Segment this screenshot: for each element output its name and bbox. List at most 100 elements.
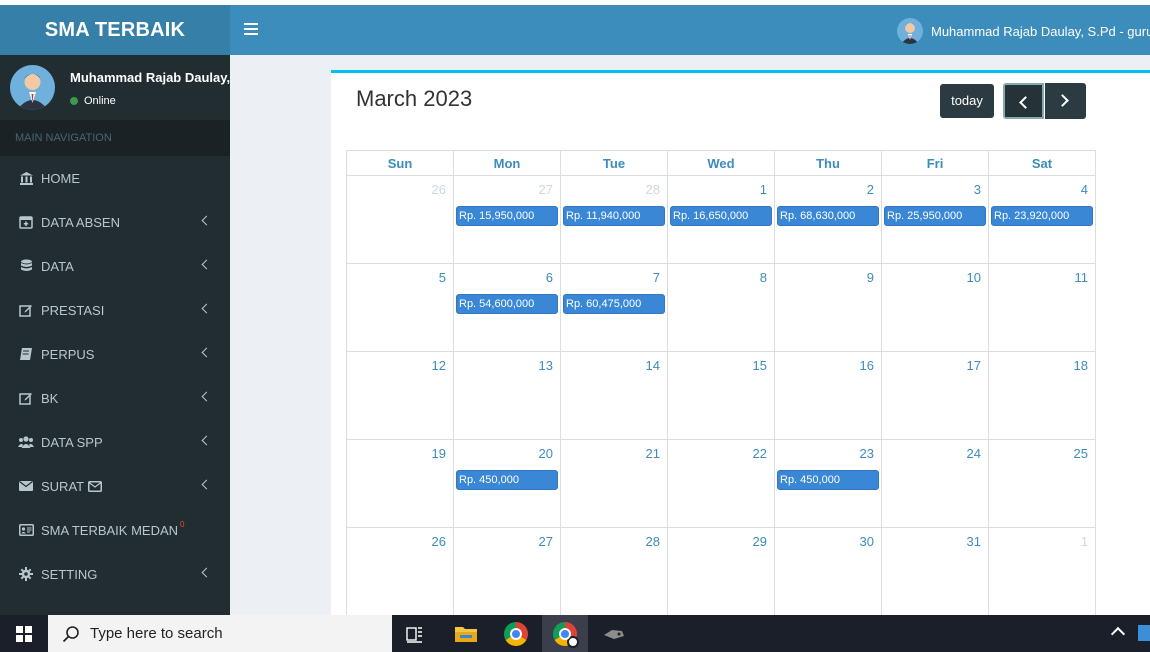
calendar-day-cell[interactable]: 27 Rp. 15,950,000 (453, 175, 561, 264)
chevron-up-icon[interactable] (1110, 626, 1126, 642)
calendar-day-cell[interactable]: 26 (346, 527, 454, 616)
sidebar-item-perpus[interactable]: PERPUS (0, 332, 230, 376)
day-number: 11 (1074, 270, 1089, 285)
calendar-day-cell[interactable]: 21 (560, 439, 668, 528)
calendar-day-cell[interactable]: 28 (560, 527, 668, 616)
calendar-event[interactable]: Rp. 25,950,000 (884, 206, 986, 226)
sidebar-toggle-icon[interactable] (244, 20, 258, 40)
day-number: 20 (538, 446, 553, 461)
sidebar-item-setting[interactable]: SETTING (0, 552, 230, 596)
day-number: 31 (966, 534, 981, 549)
calendar-event[interactable]: Rp. 23,920,000 (991, 206, 1093, 226)
calendar-day-cell[interactable]: 20 Rp. 450,000 (453, 439, 561, 528)
sidebar-item-label: BK (41, 390, 59, 406)
calendar-day-cell[interactable]: 8 (667, 263, 775, 352)
weekday-header: Thu (774, 150, 882, 176)
sidebar-item-data-absen[interactable]: DATA ABSEN (0, 200, 230, 244)
calendar-event[interactable]: Rp. 68,630,000 (777, 206, 879, 226)
calendar-day-cell[interactable]: 22 (667, 439, 775, 528)
day-number: 13 (538, 358, 553, 373)
calendar-event[interactable]: Rp. 450,000 (777, 470, 879, 490)
calendar-day-cell[interactable]: 11 (988, 263, 1096, 352)
calendar-event[interactable]: Rp. 450,000 (456, 470, 558, 490)
sidebar-item-bk[interactable]: BK (0, 376, 230, 420)
calendar-day-cell[interactable]: 1 (988, 527, 1096, 616)
day-number: 23 (859, 446, 874, 461)
navbar-user-name: Muhammad Rajab Daulay, S.Pd - guru (931, 23, 1150, 39)
calendar-day-cell[interactable]: 3 Rp. 25,950,000 (881, 175, 989, 264)
prev-month-button[interactable] (1003, 83, 1044, 119)
calendar-day-cell[interactable]: 19 (346, 439, 454, 528)
calendar-title: March 2023 (356, 86, 473, 111)
sidebar-item-data-spp[interactable]: DATA SPP (0, 420, 230, 464)
calendar-day-cell[interactable]: 4 Rp. 23,920,000 (988, 175, 1096, 264)
day-number: 6 (545, 270, 553, 285)
weekday-header: Sun (346, 150, 454, 176)
calendar-event[interactable]: Rp. 54,600,000 (456, 294, 558, 314)
app-logo[interactable]: SMA TERBAIK (0, 5, 230, 55)
day-number: 5 (438, 270, 446, 285)
calendar-week-row: 5 6 Rp. 54,600,000 7 Rp. 60,475,000 8 9 10 11 (346, 263, 1096, 352)
calendar-event[interactable]: Rp. 15,950,000 (456, 206, 558, 226)
sidebar-item-label: SETTING (41, 566, 98, 582)
day-number: 27 (538, 534, 553, 549)
weekday-header: Wed (667, 150, 775, 176)
calendar-day-cell[interactable]: 29 (667, 527, 775, 616)
calendar-day-cell[interactable]: 5 (346, 263, 454, 352)
online-dot-icon (70, 97, 78, 105)
day-number: 1 (1080, 534, 1088, 549)
gear-icon (18, 566, 34, 582)
calendar-event[interactable]: Rp. 60,475,000 (563, 294, 665, 314)
calendar-day-cell[interactable]: 25 (988, 439, 1096, 528)
sidebar-item-home[interactable]: HOME (0, 156, 230, 200)
calendar-day-cell[interactable]: 28 Rp. 11,940,000 (560, 175, 668, 264)
calendar-day-cell[interactable]: 9 (774, 263, 882, 352)
day-number: 30 (859, 534, 874, 549)
calendar-day-cell[interactable]: 1 Rp. 16,650,000 (667, 175, 775, 264)
tray-app-icon[interactable] (1138, 625, 1150, 641)
calendar-day-cell[interactable]: 24 (881, 439, 989, 528)
calendar-day-cell[interactable]: 31 (881, 527, 989, 616)
file-explorer-icon[interactable] (443, 615, 489, 652)
task-view-icon[interactable] (392, 615, 438, 652)
edit-icon (18, 390, 34, 406)
notification-badge: 0 (180, 519, 185, 529)
calendar-day-cell[interactable]: 17 (881, 351, 989, 440)
calendar-event[interactable]: Rp. 16,650,000 (670, 206, 772, 226)
start-button[interactable] (0, 615, 48, 652)
chrome-icon[interactable] (493, 615, 539, 652)
calendar-day-cell[interactable]: 30 (774, 527, 882, 616)
calendar-day-cell[interactable]: 26 (346, 175, 454, 264)
day-number: 26 (431, 534, 446, 549)
day-number: 18 (1073, 358, 1088, 373)
chevron-left-icon (1019, 96, 1032, 109)
chrome-profile-icon[interactable] (542, 615, 588, 652)
calendar-day-cell[interactable]: 12 (346, 351, 454, 440)
calendar-day-cell[interactable]: 18 (988, 351, 1096, 440)
sidebar-item-surat[interactable]: SURAT (0, 464, 230, 508)
calendar-day-cell[interactable]: 15 (667, 351, 775, 440)
calendar-week-row: 12 13 14 15 16 17 18 (346, 351, 1096, 440)
calendar-day-cell[interactable]: 16 (774, 351, 882, 440)
navbar-avatar (897, 18, 923, 44)
today-button[interactable]: today (940, 84, 994, 118)
sidebar-item-data[interactable]: DATA (0, 244, 230, 288)
sidebar-item-prestasi[interactable]: PRESTASI (0, 288, 230, 332)
calendar-day-cell[interactable]: 23 Rp. 450,000 (774, 439, 882, 528)
calendar-day-cell[interactable]: 27 (453, 527, 561, 616)
calendar-day-cell[interactable]: 14 (560, 351, 668, 440)
calendar-day-cell[interactable]: 13 (453, 351, 561, 440)
taskbar-search-box[interactable]: Type here to search (48, 615, 392, 652)
calendar-day-cell[interactable]: 2 Rp. 68,630,000 (774, 175, 882, 264)
bank-icon (18, 170, 34, 186)
envelope-outline-icon (88, 480, 103, 492)
calendar-day-cell[interactable]: 6 Rp. 54,600,000 (453, 263, 561, 352)
calendar-event[interactable]: Rp. 11,940,000 (563, 206, 665, 226)
calendar-day-cell[interactable]: 10 (881, 263, 989, 352)
sidebar-item-sma-terbaik-medan[interactable]: SMA TERBAIK MEDAN 0 (0, 508, 230, 552)
next-month-button[interactable] (1045, 83, 1086, 119)
app-tray-icon[interactable] (591, 615, 637, 652)
calendar-day-cell[interactable]: 7 Rp. 60,475,000 (560, 263, 668, 352)
navbar-user-menu[interactable]: Muhammad Rajab Daulay, S.Pd - guru (897, 17, 1150, 45)
sidebar-item-label: PERPUS (41, 346, 95, 362)
